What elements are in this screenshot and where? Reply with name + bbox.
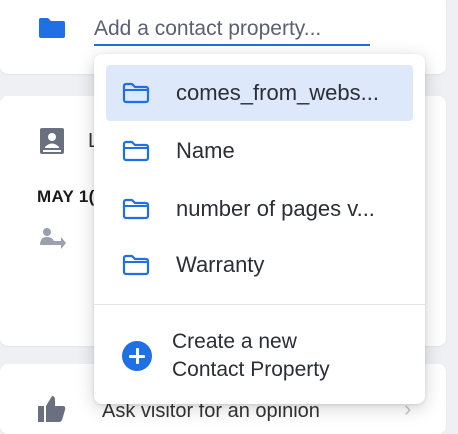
dropdown-item-comes-from-website[interactable]: comes_from_webs... [106,65,413,121]
contact-card-icon [40,128,64,154]
folder-outline-icon [122,254,150,276]
create-contact-property-label: Create a new Contact Property [172,330,330,381]
plus-circle-icon [122,341,152,371]
folder-outline-icon [122,198,150,220]
thumbs-icon [38,396,66,422]
dropdown-item-warranty[interactable]: Warranty [106,237,413,293]
contact-property-search-input[interactable] [94,14,370,46]
dropdown-item-name[interactable]: Name [106,123,413,179]
folder-outline-icon [122,140,150,162]
dropdown-item-label: Name [176,138,235,163]
dropdown-item-label: Warranty [176,252,265,277]
visitor-forward-icon [40,228,66,249]
dropdown-item-label: comes_from_webs... [176,80,379,105]
dropdown-item-label: number of pages v... [176,196,375,221]
folder-icon [39,18,65,38]
property-dropdown: comes_from_webs... Name number of pages … [94,54,425,404]
folder-outline-icon [122,82,150,104]
dropdown-divider [94,304,425,305]
date-label: MAY 1( [37,187,95,206]
create-contact-property-button[interactable]: Create a new Contact Property [106,318,413,394]
dropdown-item-number-of-pages[interactable]: number of pages v... [106,181,413,237]
